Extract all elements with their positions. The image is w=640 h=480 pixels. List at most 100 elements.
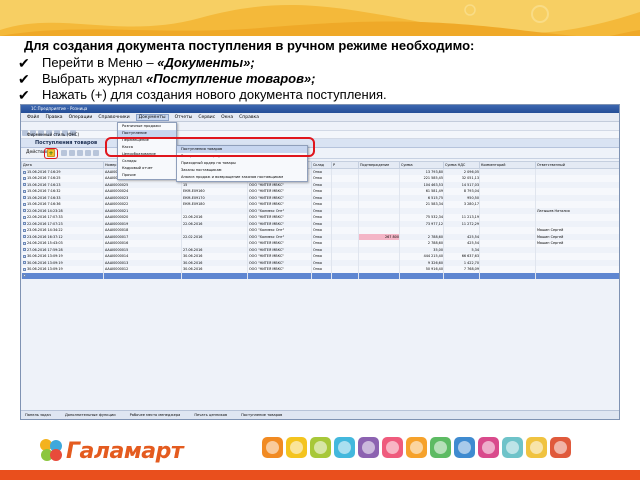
cell-in: ЕКМ-Е09160: [183, 189, 205, 194]
cell-sk: Онко: [313, 247, 323, 252]
document-icon: [23, 228, 26, 232]
cell-ka: ООО "НИТЕЯ МВКС": [249, 195, 284, 200]
badge-inner: [410, 441, 423, 454]
copy-icon[interactable]: [61, 150, 67, 156]
cell-nds: 11 213,19: [461, 215, 479, 220]
cell-resp: Машин Сергей: [537, 228, 564, 233]
cell-nds: 11 272,29: [461, 221, 479, 226]
table-cell: [103, 272, 182, 279]
document-icon: [23, 189, 26, 193]
cell-sum: 6 515,75: [427, 195, 443, 200]
table-cell: [479, 272, 536, 279]
cell-date: 15.06.2016 7:16:25: [27, 176, 61, 181]
cell-date: 30.06.2016 13:09:19: [27, 267, 63, 272]
taskbar-item[interactable]: Рабочее место менеджера: [130, 413, 181, 417]
category-icons: [262, 437, 574, 459]
cell-in: ЕКМ-Е09180: [183, 202, 205, 207]
brand-logo: Галамарт: [36, 433, 186, 469]
postuplenie-menu-item[interactable]: Приходный ордер на товары: [177, 160, 307, 167]
table-cell: [399, 272, 444, 279]
documents-menu-item[interactable]: Склады: [118, 158, 176, 165]
cell-sum: 13 793,80: [425, 170, 443, 174]
document-icon: [23, 215, 26, 219]
column-header[interactable]: Сумма: [399, 161, 444, 169]
cell-sk: Онко: [313, 241, 323, 246]
postuplenie-menu-item[interactable]: Заказы поставщикам: [177, 167, 307, 174]
cell-ka: ООО "НИТЕЯ МВКС": [249, 260, 284, 265]
badge-inner: [362, 441, 375, 454]
cell-in: 30.06.2016: [183, 267, 203, 272]
menu-item-0[interactable]: Файл: [27, 115, 39, 120]
step-text: Выбрать журнал: [42, 71, 147, 86]
menu-item-5[interactable]: Отчеты: [175, 115, 193, 120]
cell-ka: ООО "Холмекс Опт": [249, 208, 285, 213]
menu-item-6[interactable]: Сервис: [198, 115, 215, 120]
refresh-icon[interactable]: [85, 150, 91, 156]
column-header[interactable]: Р: [331, 161, 359, 169]
column-header[interactable]: Дата: [21, 161, 104, 169]
cell-sk: Онко: [313, 215, 323, 220]
cell-date: 22.06.2016 14:23:28: [27, 208, 63, 213]
menu-item-8[interactable]: Справка: [239, 115, 259, 120]
column-header[interactable]: Ответственный: [535, 161, 619, 169]
taskbar-item[interactable]: Поступление товаров: [241, 413, 282, 417]
column-header[interactable]: Склад: [311, 161, 332, 169]
cell-sum: 35,00: [433, 247, 443, 252]
cell-resp: Машин Сергей: [537, 234, 564, 239]
cell-sum: 444 215,40: [423, 254, 443, 259]
menu-item-3[interactable]: Справочники: [98, 115, 129, 120]
menu-item-2[interactable]: Операции: [69, 115, 93, 120]
cell-sum: 2 788,60: [427, 234, 443, 239]
cell-nds: 425,54: [467, 234, 479, 239]
taskbar-item[interactable]: Дополнительные функции: [65, 413, 116, 417]
category-badge-icon: [526, 437, 547, 458]
cell-date: 22.06.2016 17:07:33: [27, 215, 63, 220]
documents-menu-item[interactable]: Кадровый отчет: [118, 165, 176, 172]
cell-num: AAAI0000020: [105, 215, 129, 220]
category-badge-icon: [310, 437, 331, 458]
menu-item-1[interactable]: Правка: [45, 115, 62, 120]
cell-num: AAAI0000019: [105, 221, 129, 226]
cell-in: 22.06.2016: [183, 221, 203, 226]
cell-date: 22.06.2016 17:07:23: [27, 221, 63, 226]
column-header[interactable]: Сумма НДС: [443, 161, 480, 169]
cell-nds: 425,54: [467, 241, 479, 246]
cell-date: 23.06.2016 16:37:12: [27, 234, 63, 239]
postuplenie-menu-item[interactable]: Анализ продаж и возвращение заказов пост…: [177, 174, 307, 181]
edit-icon[interactable]: [69, 150, 75, 156]
main-menu: Файл Правка Операции Справочники Документы От…: [21, 113, 619, 122]
badge-inner: [338, 441, 351, 454]
filter-icon[interactable]: [93, 150, 99, 156]
cell-nds: 8 793,04: [463, 189, 479, 194]
cell-sum: 21 583,34: [425, 202, 443, 207]
delete-icon[interactable]: [77, 150, 83, 156]
cell-num: AAAI0000024: [105, 189, 129, 194]
document-icon: [23, 267, 26, 271]
cell-sk: Онко: [313, 234, 323, 239]
taskbar-item[interactable]: Панель задач: [25, 413, 51, 417]
document-icon: [23, 241, 26, 245]
column-header[interactable]: Комментарий: [479, 161, 536, 169]
table-header: ДатаНомерВх. номерКонтрагентСкладРПодтве…: [21, 161, 619, 169]
documents-menu-item[interactable]: Прочие: [118, 172, 176, 179]
table-cell: [247, 272, 312, 279]
cell-num: AAAI0000022: [105, 202, 129, 207]
badge-inner: [458, 441, 471, 454]
cell-sk: Онко: [313, 254, 323, 259]
documents-menu-item[interactable]: Поступление: [118, 130, 176, 137]
table-row[interactable]: [21, 272, 619, 279]
menu-item-7[interactable]: Окна: [221, 115, 233, 120]
cell-num: AAAI0000013: [105, 260, 129, 265]
column-header[interactable]: Подтверждение: [358, 161, 400, 169]
menu-item-4[interactable]: Документы: [135, 114, 169, 121]
taskbar: Панель задач Дополнительные функции Рабоче…: [21, 410, 619, 419]
category-badge-icon: [262, 437, 283, 458]
category-badge-icon: [334, 437, 355, 458]
cell-resp: Машин Сергей: [537, 241, 564, 246]
documents-menu-item[interactable]: Розничные продажи: [118, 123, 176, 130]
document-icon: [23, 170, 26, 174]
cell-nds: 14 517,03: [461, 182, 479, 187]
cell-sk: Онко: [313, 228, 323, 233]
banner-pattern: [0, 0, 640, 36]
taskbar-item[interactable]: Печать ценников: [194, 413, 227, 417]
